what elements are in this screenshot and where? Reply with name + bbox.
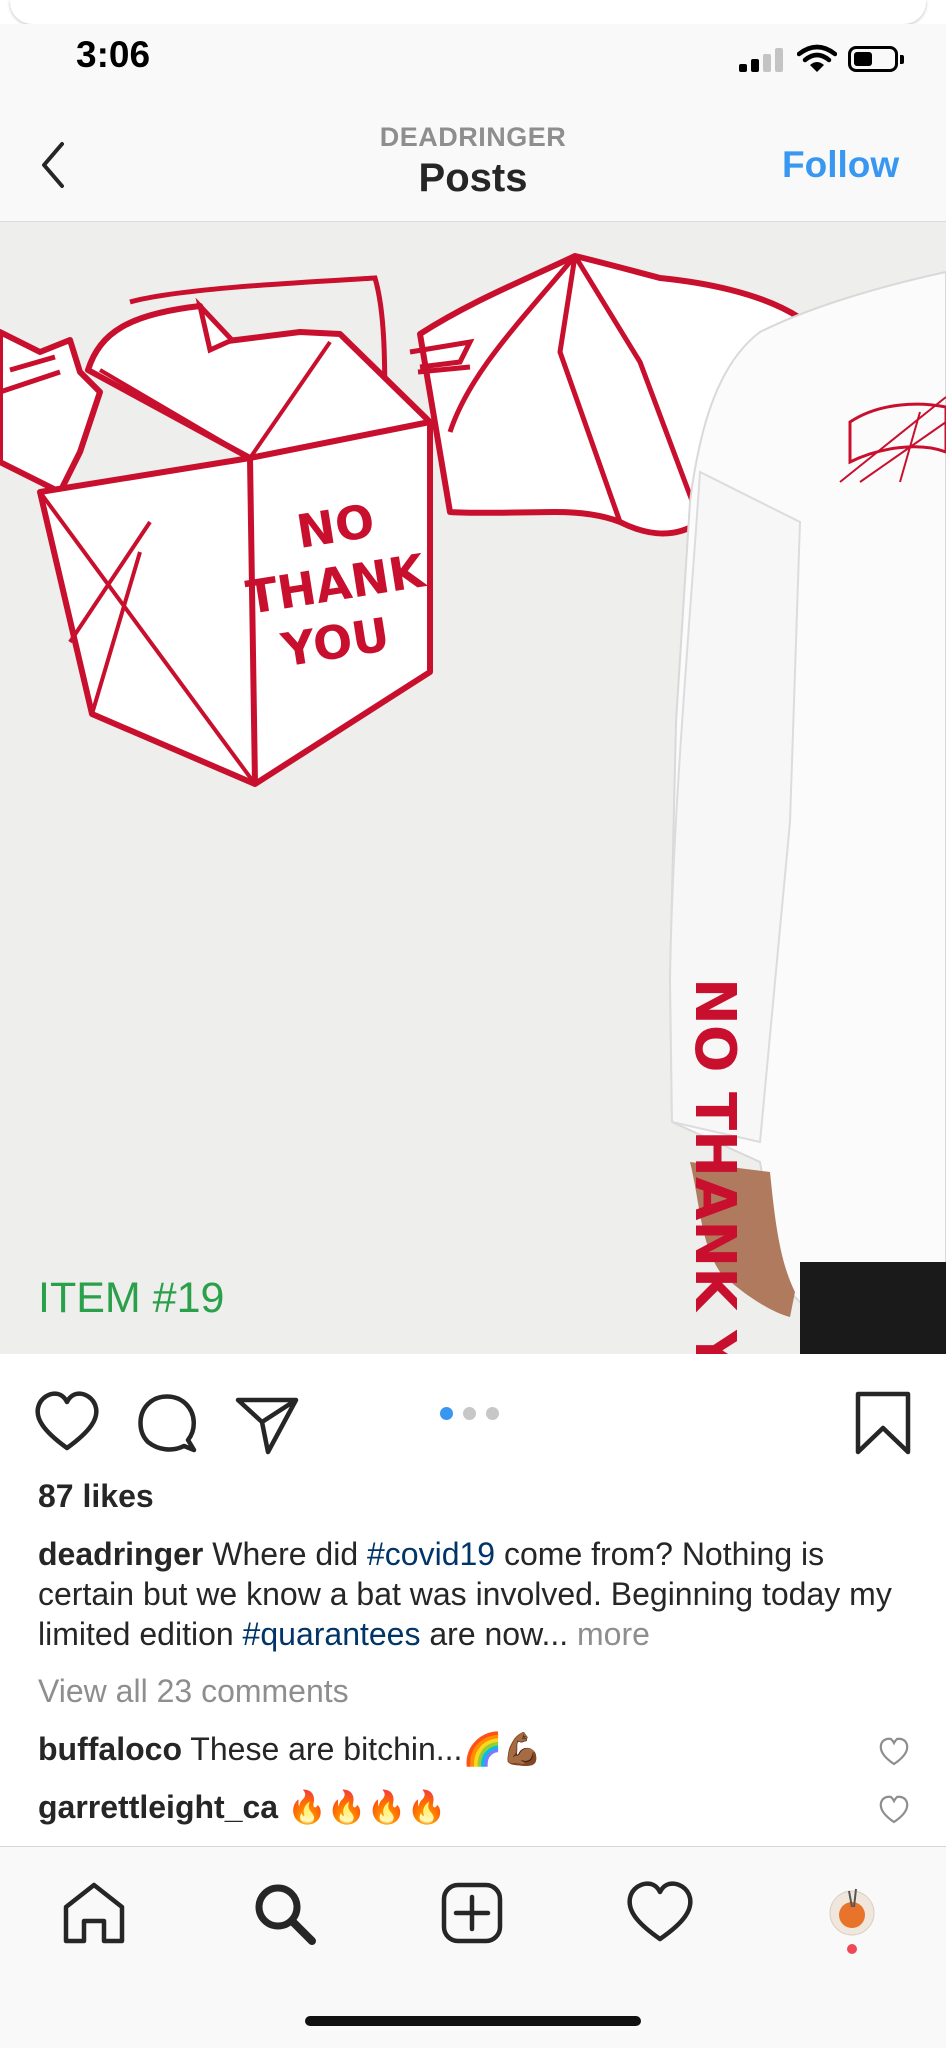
sleeve-text: NO THANK YOU (682, 978, 747, 1354)
shirt-model: NO THANK YOU (668, 270, 946, 1354)
home-indicator (305, 2016, 641, 2026)
view-all-comments-link[interactable]: View all 23 comments (38, 1673, 349, 1710)
comment-text: These are bitchin...🌈💪🏾 (190, 1731, 543, 1767)
follow-button[interactable]: Follow (782, 144, 899, 186)
signal-icon (739, 48, 787, 72)
carousel-dot (463, 1407, 476, 1420)
post-image[interactable]: NO THANK YOU NO THANK YOU ITEM #19 (0, 222, 946, 1354)
caption-username[interactable]: deadringer (38, 1536, 203, 1572)
heart-icon[interactable] (32, 1388, 102, 1458)
comment-item: garrettleight_ca 🔥🔥🔥🔥 (38, 1788, 898, 1832)
status-time: 3:06 (76, 34, 151, 75)
caption-text: Where did (203, 1536, 367, 1572)
share-icon[interactable] (232, 1388, 302, 1458)
battery-icon (848, 46, 904, 72)
comment-text: 🔥🔥🔥🔥 (286, 1789, 447, 1825)
carousel-dot (440, 1407, 453, 1420)
comment-like-heart-icon[interactable] (878, 1794, 910, 1826)
caption-more-link[interactable]: more (568, 1616, 650, 1652)
instagram-post-screen: 3:06 DEADRINGER Posts Follow NO THANK YO… (0, 0, 946, 2048)
likes-count[interactable]: 87 likes (38, 1478, 154, 1515)
home-icon[interactable] (58, 1877, 130, 1949)
comment-icon[interactable] (132, 1388, 202, 1458)
add-post-icon[interactable] (436, 1877, 508, 1949)
post-illustration: NO THANK YOU NO THANK YOU (0, 253, 946, 1354)
bookmark-icon[interactable] (848, 1388, 918, 1458)
hashtag-link[interactable]: #covid19 (367, 1536, 495, 1572)
comment-username[interactable]: garrettleight_ca (38, 1789, 278, 1825)
comment-username[interactable]: buffaloco (38, 1731, 182, 1767)
top-edge (10, 0, 926, 24)
comment-item: buffaloco These are bitchin...🌈💪🏾 (38, 1730, 898, 1774)
navigation-bar: DEADRINGER Posts Follow (0, 114, 946, 222)
profile-notification-dot (847, 1944, 857, 1954)
hashtag-link[interactable]: #quarantees (243, 1616, 421, 1652)
wifi-icon (797, 44, 837, 72)
post-caption: deadringer Where did #covid19 come from?… (38, 1534, 918, 1654)
caption-text: are now... (420, 1616, 569, 1652)
carousel-dot (486, 1407, 499, 1420)
activity-heart-icon[interactable] (624, 1877, 696, 1949)
profile-avatar[interactable] (816, 1877, 888, 1949)
comment-like-heart-icon[interactable] (878, 1736, 910, 1768)
item-number-label: ITEM #19 (38, 1274, 225, 1322)
search-icon[interactable] (248, 1877, 320, 1949)
